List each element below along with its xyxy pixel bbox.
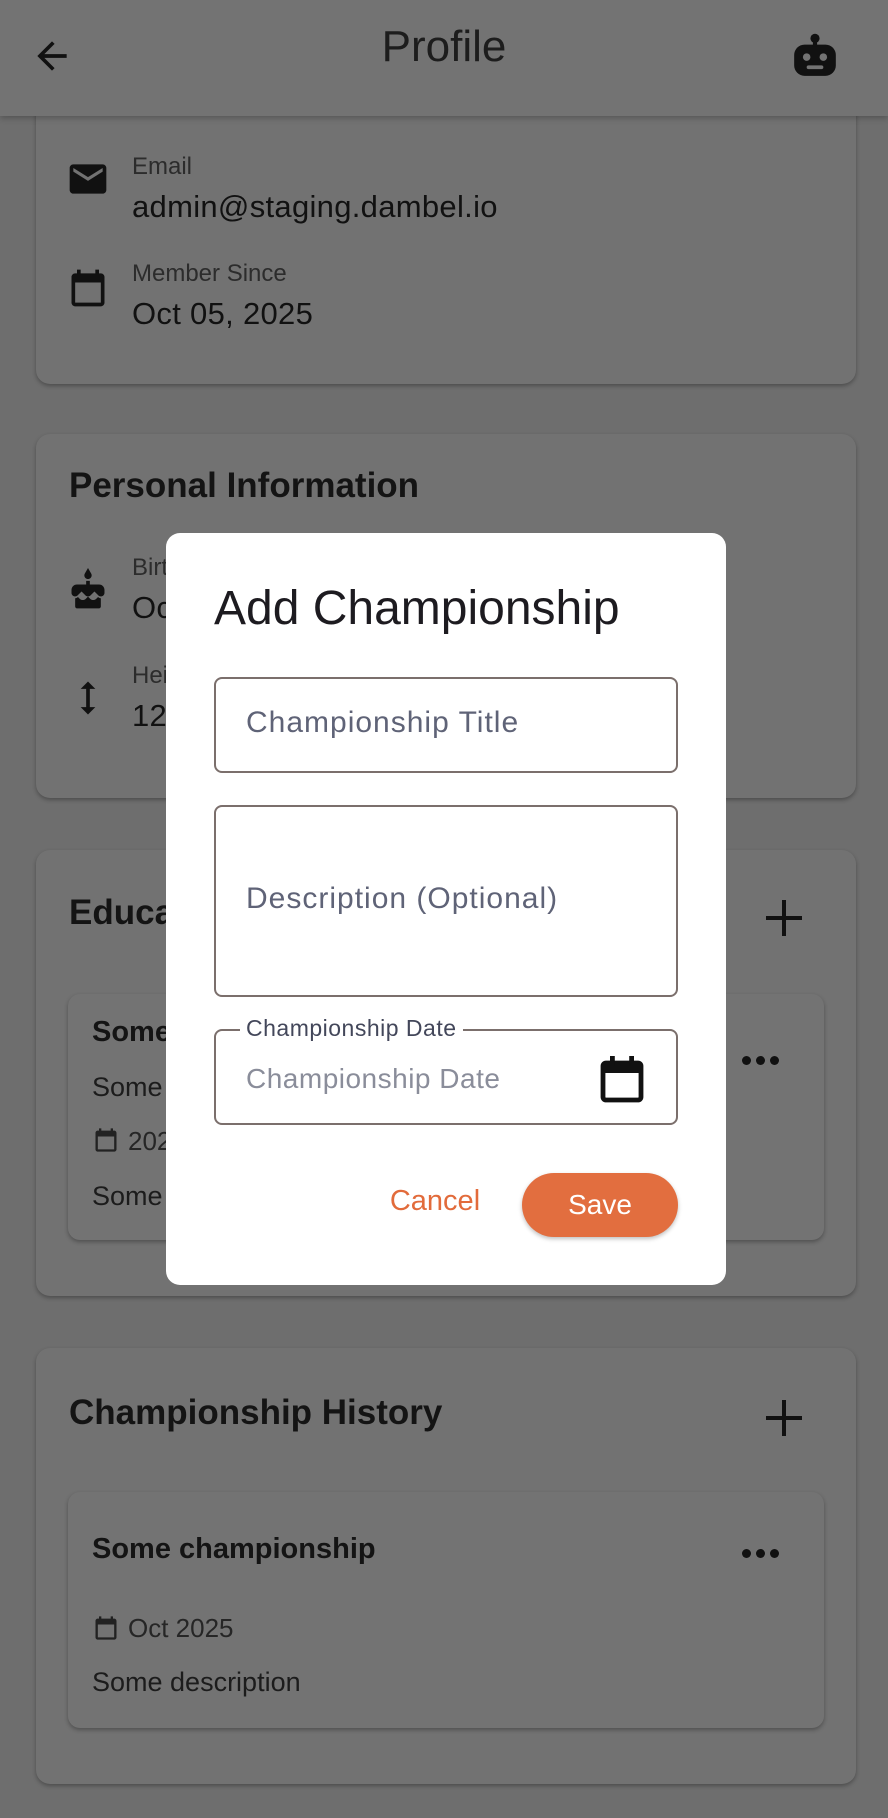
description-placeholder: Description (Optional) (246, 882, 559, 915)
height-icon (80, 681, 96, 715)
cancel-button[interactable]: Cancel (374, 1173, 496, 1229)
education-title: Educa (69, 893, 175, 932)
education-entry-title: Some (92, 1016, 171, 1048)
education-entry-date: 202 (128, 1126, 172, 1156)
education-entry-description: Some (92, 1181, 163, 1211)
add-education-button[interactable] (764, 898, 804, 938)
email-value: admin@staging.dambel.io (132, 189, 498, 224)
add-championship-dialog: Add Championship Championship Title Desc… (166, 533, 726, 1285)
member-since-value: Oct 05, 2025 (132, 296, 314, 331)
height-label: Hei (132, 662, 169, 689)
championship-entry-title: Some championship (92, 1533, 376, 1565)
calendar-icon (95, 1616, 117, 1640)
member-since-label: Member Since (132, 260, 287, 287)
championship-date-field[interactable]: Championship Date Championship Date (214, 1015, 678, 1125)
championship-entry-description: Some description (92, 1667, 301, 1697)
championship-title-input[interactable]: Championship Title (214, 677, 678, 773)
app-bar: Profile (0, 0, 888, 116)
add-championship-button[interactable] (764, 1398, 804, 1438)
description-input[interactable]: Description (Optional) (214, 805, 678, 997)
calendar-picker-icon[interactable] (600, 1055, 644, 1103)
email-label: Email (132, 153, 193, 180)
email-icon (69, 164, 107, 194)
calendar-icon (95, 1128, 117, 1152)
birthday-label: Birt (132, 554, 168, 581)
personal-info-title: Personal Information (69, 466, 420, 505)
championship-date-label: Championship Date (240, 1015, 463, 1042)
dialog-title: Add Championship (214, 582, 620, 635)
championship-more-icon[interactable] (740, 1549, 780, 1561)
cake-icon (71, 568, 105, 609)
championship-entry-date: Oct 2025 (128, 1613, 234, 1643)
save-button[interactable]: Save (522, 1173, 678, 1237)
account-card (36, 100, 856, 384)
championship-date-placeholder: Championship Date (246, 1063, 501, 1094)
robot-icon[interactable] (790, 32, 840, 78)
page-title: Profile (381, 22, 507, 71)
education-entry-subtitle: Some (92, 1072, 163, 1102)
calendar-icon (71, 269, 105, 307)
championship-history-title: Championship History (69, 1393, 443, 1432)
education-more-icon[interactable] (740, 1056, 780, 1068)
championship-title-placeholder: Championship Title (246, 706, 520, 739)
height-value: 12 (132, 698, 168, 733)
